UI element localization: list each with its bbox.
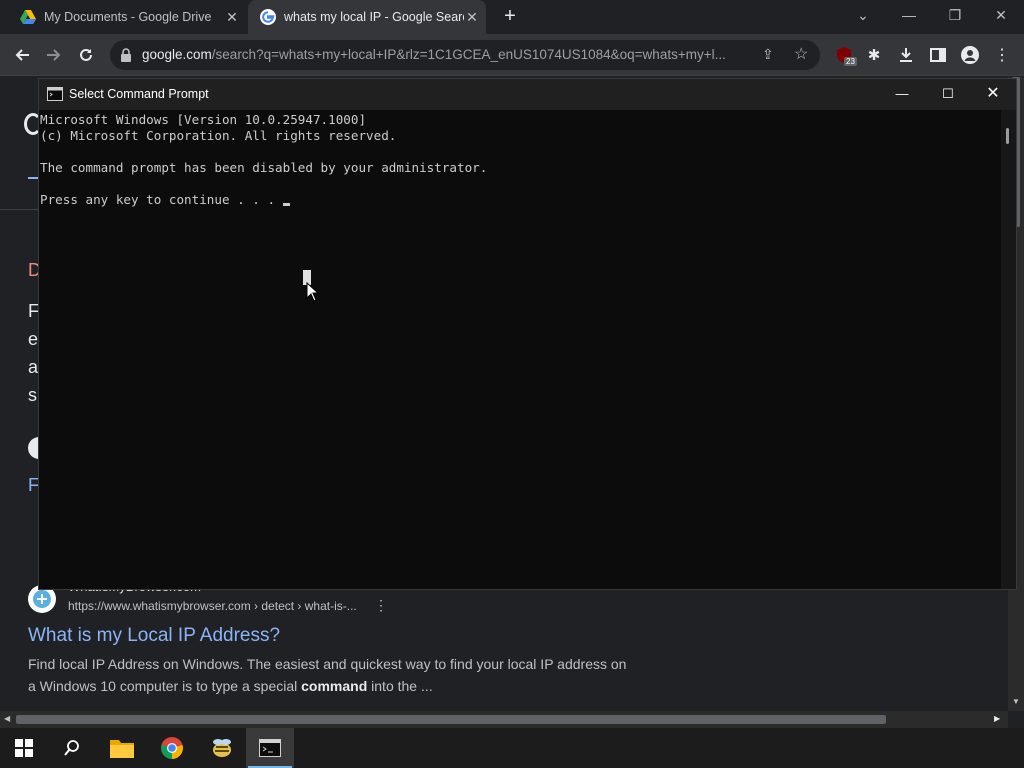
cmd-vertical-scrollbar[interactable] (1001, 110, 1016, 589)
cmd-title-bar[interactable]: Select Command Prompt — ☐ ✕ (39, 79, 1016, 110)
snippet-bold-text: command (301, 678, 368, 694)
console-line: Microsoft Windows [Version 10.0.25947.10… (40, 112, 367, 127)
tab-search-icon[interactable]: ⌄ (840, 0, 886, 32)
snippet-text-end: into the ... (367, 678, 433, 694)
side-panel-shape-icon (930, 48, 946, 62)
search-button[interactable] (48, 728, 96, 768)
site-logo-icon (33, 590, 51, 608)
minimize-icon[interactable]: — (886, 0, 932, 32)
google-drive-icon (20, 10, 36, 24)
reload-button[interactable] (72, 41, 100, 69)
bookmark-star-icon[interactable]: ☆ (794, 44, 808, 64)
side-panel-icon[interactable] (924, 41, 952, 69)
search-icon (64, 740, 79, 756)
cmd-window-title: Select Command Prompt (69, 87, 209, 101)
tab-google-search[interactable]: whats my local IP - Google Search ✕ (248, 0, 486, 34)
chrome-menu-icon[interactable]: ⋮ (988, 41, 1016, 69)
cmd-close-icon[interactable]: ✕ (970, 79, 1016, 110)
back-arrow-icon (15, 49, 29, 61)
forward-button[interactable] (40, 41, 68, 69)
page-hscroll-thumb[interactable] (16, 715, 886, 724)
folder-icon (110, 740, 134, 758)
command-prompt-taskbar-button[interactable] (246, 728, 294, 768)
partial-text-letter: s (28, 385, 37, 405)
command-prompt-window[interactable]: Select Command Prompt — ☐ ✕ Microsoft Wi… (38, 78, 1017, 590)
console-line: Press any key to continue . . . (40, 192, 283, 207)
cmd-minimize-icon[interactable]: — (879, 79, 925, 110)
restore-icon[interactable]: ❐ (932, 0, 978, 32)
cmd-maximize-icon[interactable]: ☐ (925, 79, 971, 110)
url-host: google.com (142, 47, 212, 62)
person-icon (961, 46, 979, 64)
console-output[interactable]: Microsoft Windows [Version 10.0.25947.10… (39, 110, 1001, 589)
start-button[interactable] (0, 728, 48, 768)
lock-icon[interactable] (120, 48, 132, 62)
scroll-left-arrow-icon[interactable]: ◀ (4, 714, 10, 723)
extension-badge: 23 (844, 57, 857, 66)
text-cursor (282, 203, 290, 206)
browser-toolbar: google.com/search?q=whats+my+local+IP&rl… (0, 34, 1024, 76)
tab-title: whats my local IP - Google Search (284, 10, 464, 24)
divider (0, 209, 40, 210)
close-tab-icon[interactable]: ✕ (464, 9, 480, 25)
download-icon[interactable] (892, 41, 920, 69)
reload-icon (80, 48, 92, 61)
url-path: /search?q=whats+my+local+IP&rlz=1C1GCEA_… (211, 47, 726, 62)
scroll-down-arrow-icon[interactable]: ▼ (1012, 697, 1020, 706)
page-horizontal-scrollbar[interactable]: ◀ ▶ (0, 711, 1008, 728)
chrome-icon (161, 737, 183, 759)
tab-google-drive[interactable]: My Documents - Google Drive ✕ (8, 0, 246, 34)
cmd-app-icon (47, 87, 63, 101)
windows-taskbar (0, 728, 1024, 768)
extensions-puzzle-icon[interactable]: ✱ (860, 41, 888, 69)
console-line: The command prompt has been disabled by … (40, 160, 488, 175)
result-url[interactable]: https://www.whatismybrowser.com › detect… (68, 599, 357, 613)
partial-text-letter: a (28, 357, 39, 377)
tab-title: My Documents - Google Drive (44, 10, 212, 24)
console-line: (c) Microsoft Corporation. All rights re… (40, 128, 397, 143)
ublock-extension-button[interactable]: 23 (830, 41, 858, 69)
chrome-taskbar-button[interactable] (148, 728, 196, 768)
new-tab-button[interactable]: + (500, 6, 520, 26)
mouse-pointer-icon (306, 282, 318, 302)
app-taskbar-button[interactable] (198, 728, 246, 768)
close-icon[interactable]: ✕ (978, 0, 1024, 32)
tab-underline (28, 177, 38, 179)
partial-text-letter: e (28, 329, 39, 349)
back-button[interactable] (8, 41, 36, 69)
result-snippet: Find local IP Address on Windows. The ea… (28, 653, 628, 697)
cmd-scroll-thumb[interactable] (1006, 128, 1009, 144)
browser-tab-strip: My Documents - Google Drive ✕ whats my l… (0, 0, 1024, 34)
url-text[interactable]: google.com/search?q=whats+my+local+IP&rl… (142, 47, 762, 62)
profile-avatar[interactable] (956, 41, 984, 69)
share-icon[interactable]: ⇪ (762, 46, 774, 63)
cmd-taskbar-icon (259, 739, 281, 757)
result-more-options-icon[interactable]: ⋮ (374, 597, 388, 614)
file-explorer-button[interactable] (98, 728, 146, 768)
bee-app-icon (213, 739, 231, 757)
result-title-link[interactable]: What is my Local IP Address? (28, 625, 280, 647)
google-icon (260, 9, 276, 25)
close-tab-icon[interactable]: ✕ (224, 9, 240, 25)
address-bar[interactable]: google.com/search?q=whats+my+local+IP&rl… (110, 40, 820, 70)
scroll-right-arrow-icon[interactable]: ▶ (994, 714, 1000, 723)
download-arrow-icon (900, 48, 912, 62)
windows-logo-icon (15, 739, 33, 757)
forward-arrow-icon (47, 49, 61, 61)
